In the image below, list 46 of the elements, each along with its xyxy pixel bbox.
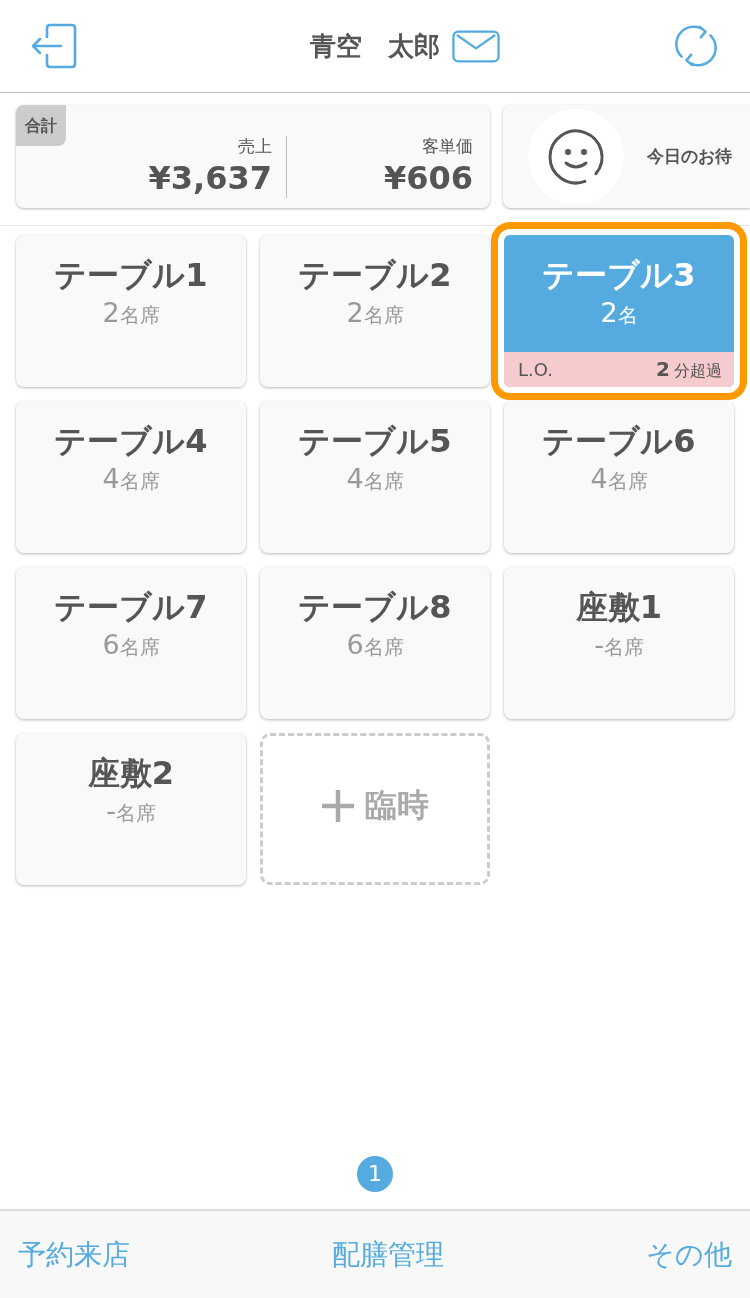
table-card[interactable]: テーブル1 2名席 <box>16 235 246 387</box>
table-name: テーブル8 <box>298 587 452 627</box>
user-name: 青空 太郎 <box>310 29 440 63</box>
seat-count: 6名席 <box>102 629 160 662</box>
mail-icon[interactable] <box>452 29 500 63</box>
overtime-text: 2 分超過 <box>656 357 722 382</box>
table-name: テーブル3 <box>542 255 696 295</box>
logout-icon[interactable] <box>30 22 78 70</box>
table-card[interactable]: テーブル4 4名席 <box>16 401 246 553</box>
table-card[interactable]: テーブル8 6名席 <box>260 567 490 719</box>
last-order-label: L.O. <box>518 359 553 380</box>
seat-count: 4名席 <box>346 463 404 496</box>
metric-label: 客単価 <box>422 135 473 158</box>
table-name: テーブル6 <box>542 421 696 461</box>
waiting-card[interactable]: 今日のお待 <box>503 105 750 208</box>
table-card[interactable]: 座敷1 -名席 <box>504 567 734 719</box>
page-number-badge: 1 <box>357 1156 393 1192</box>
seat-count: -名席 <box>594 629 644 662</box>
seat-count: 2名席 <box>346 297 404 330</box>
total-badge: 合計 <box>16 105 66 146</box>
seat-count: 6名席 <box>346 629 404 662</box>
table-name: テーブル5 <box>298 421 452 461</box>
table-name: 座敷1 <box>575 587 663 627</box>
refresh-icon[interactable] <box>673 23 719 69</box>
table-card[interactable]: テーブル6 4名席 <box>504 401 734 553</box>
seat-count: -名席 <box>106 795 156 828</box>
seat-count: 2名席 <box>102 297 160 330</box>
seat-count: 2名 <box>600 297 638 330</box>
table-name: テーブル4 <box>54 421 208 461</box>
table-name: テーブル1 <box>54 255 208 295</box>
table-name: 座敷2 <box>87 753 175 793</box>
table-name: テーブル2 <box>298 255 452 295</box>
metric-value: ¥3,637 <box>148 158 272 198</box>
smiley-icon <box>528 108 624 205</box>
plus-icon <box>321 789 355 823</box>
metric-label: 売上 <box>238 135 272 158</box>
table-card[interactable]: テーブル3 2名 L.O. 2 分超過 <box>491 222 747 400</box>
table-name: テーブル7 <box>54 587 208 627</box>
waiting-text: 今日のお待 <box>647 145 732 168</box>
table-card[interactable]: テーブル5 4名席 <box>260 401 490 553</box>
seat-count: 4名席 <box>590 463 648 496</box>
metric-value: ¥606 <box>383 158 473 198</box>
seat-count: 4名席 <box>102 463 160 496</box>
table-card[interactable]: テーブル2 2名席 <box>260 235 490 387</box>
table-card[interactable]: 座敷2 -名席 <box>16 733 246 885</box>
table-card[interactable]: テーブル7 6名席 <box>16 567 246 719</box>
